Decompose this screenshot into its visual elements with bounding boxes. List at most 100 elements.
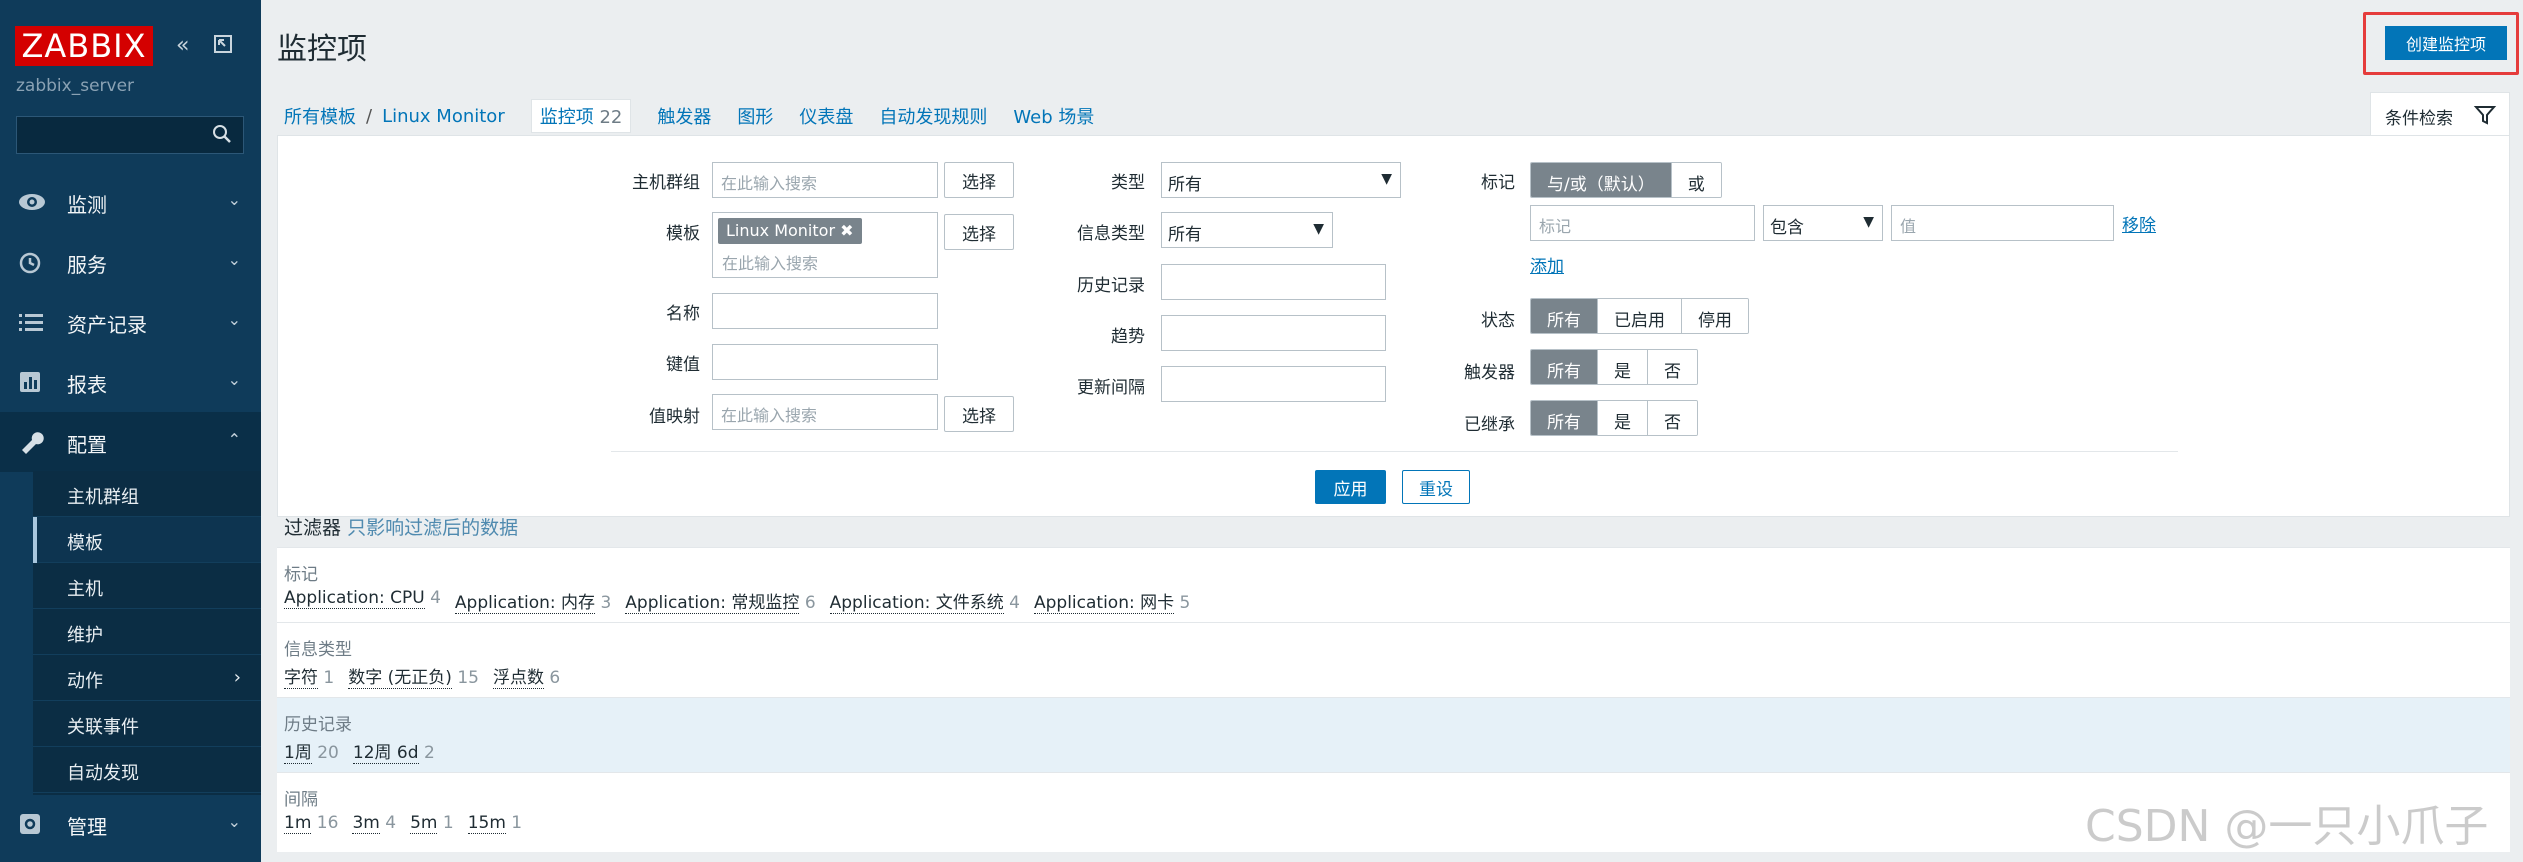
submenu-host-groups[interactable]: 主机群组	[33, 471, 261, 517]
items-count: 22	[599, 107, 623, 128]
subfilter-item[interactable]: Application: CPU 4	[284, 588, 441, 613]
subfilter-item[interactable]: 15m 1	[467, 813, 522, 834]
state-label: 状态	[1481, 311, 1515, 331]
kiosk-mode-icon[interactable]	[213, 34, 233, 62]
inherited-all-option[interactable]: 所有	[1531, 401, 1598, 435]
type-label: 类型	[1111, 173, 1145, 193]
info-type-select[interactable]: 所有 ▼	[1161, 212, 1333, 248]
triggers-no-option[interactable]: 否	[1648, 350, 1697, 384]
submenu-maintenance[interactable]: 维护	[33, 609, 261, 655]
key-input[interactable]	[712, 344, 938, 380]
triggers-yes-option[interactable]: 是	[1598, 350, 1648, 384]
tab-web-scenarios[interactable]: Web 场景	[1013, 103, 1094, 129]
chevron-down-icon: ▼	[1381, 171, 1392, 187]
submenu-templates[interactable]: 模板	[33, 517, 261, 563]
history-input[interactable]	[1161, 264, 1386, 300]
state-enabled-option[interactable]: 已启用	[1598, 299, 1682, 333]
subfilter-item[interactable]: 字符 1	[284, 663, 334, 689]
tab-items[interactable]: 监控项 22	[530, 99, 632, 133]
subfilter-section-title: 信息类型	[284, 640, 352, 660]
filter-tab[interactable]: 条件检索	[2370, 92, 2510, 136]
subfilter-item[interactable]: 1周 20	[284, 738, 339, 764]
tab-dashboards[interactable]: 仪表盘	[799, 103, 853, 129]
triggers-toggle[interactable]: 所有 是 否	[1530, 349, 1698, 385]
update-interval-input[interactable]	[1161, 366, 1386, 402]
reset-button[interactable]: 重设	[1402, 470, 1470, 504]
template-chip[interactable]: Linux Monitor ✖	[718, 218, 862, 244]
template-select-button[interactable]: 选择	[944, 214, 1014, 250]
subfilter-item[interactable]: Application: 文件系统 4	[829, 588, 1020, 614]
tags-label: 标记	[1481, 173, 1515, 193]
tag-value-input[interactable]: 值	[1891, 205, 2114, 241]
remove-chip-icon[interactable]: ✖	[840, 221, 853, 240]
valuemap-input[interactable]: 在此输入搜索	[712, 394, 938, 430]
subfilter-item[interactable]: 12周 6d 2	[352, 738, 435, 764]
collapse-sidebar-icon[interactable]: «	[176, 32, 189, 60]
tags-evaltype-toggle[interactable]: 与/或（默认） 或	[1530, 162, 1722, 198]
subfilter-section-title: 历史记录	[284, 715, 352, 735]
submenu-discovery[interactable]: 自动发现	[33, 747, 261, 793]
create-item-button[interactable]: 创建监控项	[2385, 26, 2507, 60]
host-group-input[interactable]: 在此输入搜索	[712, 162, 938, 198]
inherited-toggle[interactable]: 所有 是 否	[1530, 400, 1698, 436]
menu-reports[interactable]: 报表 ⌄	[0, 352, 261, 412]
trends-input[interactable]	[1161, 315, 1386, 351]
submenu-actions[interactable]: 动作 ›	[33, 655, 261, 701]
inherited-no-option[interactable]: 否	[1648, 401, 1697, 435]
tag-name-input[interactable]: 标记	[1530, 205, 1755, 241]
menu-reports-label: 报表	[67, 373, 107, 397]
tags-or-option[interactable]: 或	[1671, 163, 1721, 197]
submenu-hosts[interactable]: 主机	[33, 563, 261, 609]
menu-inventory[interactable]: 资产记录 ⌄	[0, 292, 261, 352]
subfilter-item[interactable]: 数字 (无正负) 15	[348, 663, 479, 689]
chevron-down-icon: ⌄	[227, 812, 241, 831]
menu-administration[interactable]: 管理 ⌄	[0, 794, 261, 854]
breadcrumb: 所有模板 / Linux Monitor 监控项 22 触发器 图形 仪表盘 自…	[284, 99, 1120, 133]
subfilter-note: 只影响过滤后的数据	[347, 517, 519, 539]
tags-andor-option[interactable]: 与/或（默认）	[1531, 163, 1672, 197]
valuemap-select-button[interactable]: 选择	[944, 396, 1014, 432]
type-select[interactable]: 所有 ▼	[1161, 162, 1401, 198]
list-icon	[19, 314, 43, 331]
subfilter-item[interactable]: Application: 网卡 5	[1034, 588, 1190, 614]
filter-tab-label: 条件检索	[2385, 109, 2453, 129]
menu-monitoring[interactable]: 监测 ⌄	[0, 172, 261, 232]
remove-tag-link[interactable]: 移除	[2122, 211, 2156, 236]
subfilter-item[interactable]: 5m 1	[410, 813, 454, 834]
menu-services-label: 服务	[67, 253, 107, 277]
tab-graphs[interactable]: 图形	[737, 103, 773, 129]
menu-inventory-label: 资产记录	[67, 313, 147, 337]
chevron-down-icon: ▼	[1863, 214, 1874, 230]
breadcrumb-template-link[interactable]: Linux Monitor	[382, 106, 505, 127]
menu-services[interactable]: 服务 ⌄	[0, 232, 261, 292]
apply-button[interactable]: 应用	[1315, 470, 1386, 504]
add-tag-link[interactable]: 添加	[1530, 252, 1564, 277]
state-all-option[interactable]: 所有	[1531, 299, 1598, 333]
subfilter-item[interactable]: Application: 常规监控 6	[625, 588, 816, 614]
info-type-label: 信息类型	[1077, 224, 1145, 244]
subfilter-info-type: 信息类型 字符 1 数字 (无正负) 15 浮点数 6	[277, 622, 2510, 697]
state-disabled-option[interactable]: 停用	[1682, 299, 1748, 333]
tab-discovery-rules[interactable]: 自动发现规则	[879, 103, 987, 129]
subfilter-section-title: 间隔	[284, 790, 318, 810]
state-toggle[interactable]: 所有 已启用 停用	[1530, 298, 1749, 334]
subfilter-item[interactable]: Application: 内存 3	[454, 588, 611, 614]
host-group-select-button[interactable]: 选择	[944, 162, 1014, 198]
sidebar-search-input[interactable]	[16, 116, 244, 154]
subfilter-item[interactable]: 1m 16	[284, 813, 338, 834]
chart-icon	[20, 372, 40, 392]
sidebar: ZABBIX « zabbix_server 监测 ⌄ 服务 ⌄ 资产记录 ⌄ …	[0, 0, 261, 862]
subfilter-item[interactable]: 浮点数 6	[492, 663, 560, 689]
search-icon[interactable]	[212, 124, 232, 144]
breadcrumb-all-templates[interactable]: 所有模板	[284, 103, 356, 129]
triggers-all-option[interactable]: 所有	[1531, 350, 1598, 384]
zabbix-logo[interactable]: ZABBIX	[15, 26, 153, 66]
menu-configuration[interactable]: 配置 ⌃	[0, 412, 261, 472]
subfilter-item[interactable]: 3m 4	[352, 813, 396, 834]
tab-triggers[interactable]: 触发器	[657, 103, 711, 129]
inherited-yes-option[interactable]: 是	[1598, 401, 1648, 435]
name-input[interactable]	[712, 293, 938, 329]
menu-configuration-label: 配置	[67, 433, 107, 457]
tag-operator-select[interactable]: 包含 ▼	[1763, 205, 1883, 241]
submenu-correlation[interactable]: 关联事件	[33, 701, 261, 747]
